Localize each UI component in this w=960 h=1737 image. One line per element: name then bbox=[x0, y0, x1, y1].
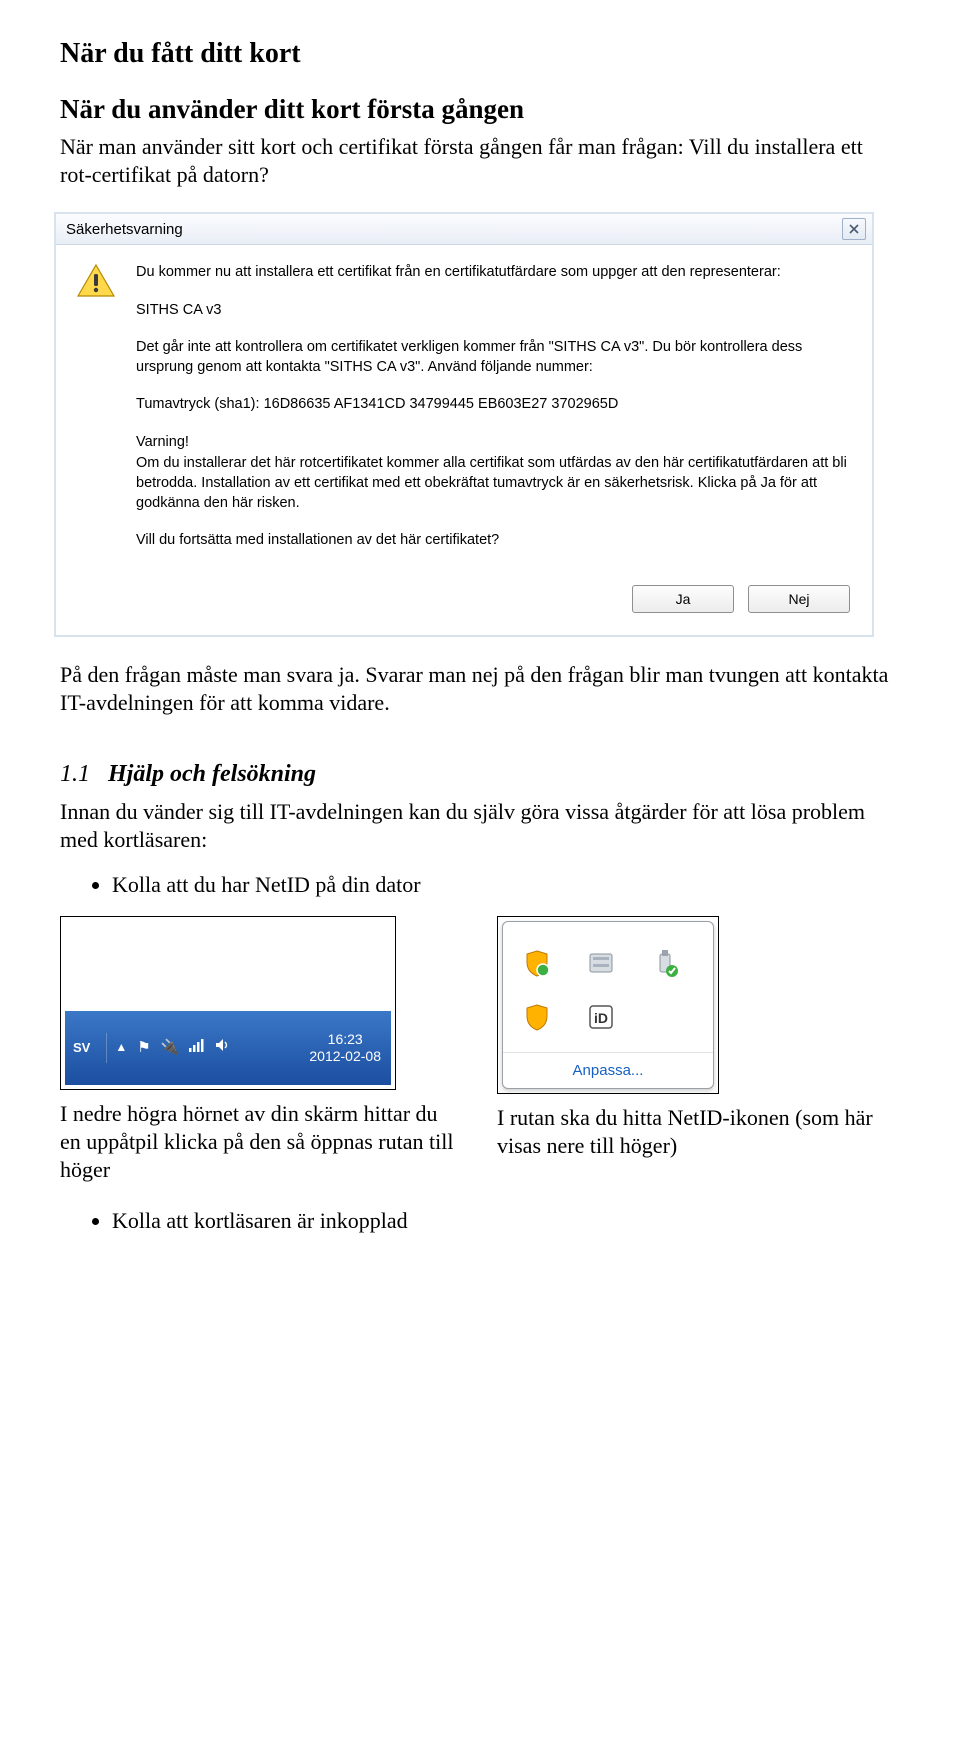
up-arrow-icon[interactable]: ▲ bbox=[115, 1040, 127, 1055]
taskbar-screenshot: SV ▲ ⚑ 🔌 16:23 bbox=[60, 916, 396, 1090]
section-heading: När du använder ditt kort första gången bbox=[60, 94, 900, 125]
power-icon: 🔌 bbox=[161, 1038, 180, 1057]
subsection-number: 1.1 bbox=[60, 761, 90, 787]
security-warning-dialog: Säkerhetsvarning Du kommer nu att instal… bbox=[54, 212, 874, 637]
svg-text:iD: iD bbox=[594, 1010, 608, 1026]
flag-icon: ⚑ bbox=[137, 1038, 150, 1057]
tray-popup-screenshot: iD Anpassa... bbox=[497, 916, 719, 1094]
close-button[interactable] bbox=[842, 218, 866, 240]
left-caption: I nedre högra hörnet av din skärm hittar… bbox=[60, 1100, 463, 1184]
no-button[interactable]: Nej bbox=[748, 585, 850, 613]
speaker-icon bbox=[215, 1038, 229, 1057]
dialog-text: Det går inte att kontrollera om certifik… bbox=[136, 338, 852, 377]
subsection-heading: 1.1Hjälp och felsökning bbox=[60, 759, 900, 790]
dialog-titlebar: Säkerhetsvarning bbox=[56, 214, 872, 245]
netid-icon: iD bbox=[586, 1002, 630, 1038]
usb-icon bbox=[650, 948, 694, 984]
yes-button[interactable]: Ja bbox=[632, 585, 734, 613]
shield-icon bbox=[522, 948, 566, 984]
help-intro: Innan du vänder sig till IT-avdelningen … bbox=[60, 798, 900, 854]
bullet-item: Kolla att kortläsaren är inkopplad bbox=[112, 1208, 900, 1234]
dialog-warning-label: Varning! bbox=[136, 433, 852, 453]
close-icon bbox=[849, 224, 859, 234]
warning-icon bbox=[76, 263, 116, 299]
customize-link[interactable]: Anpassa... bbox=[503, 1052, 713, 1088]
page-title: När du fått ditt kort bbox=[60, 38, 900, 70]
shield2-icon bbox=[522, 1002, 566, 1038]
dialog-question: Vill du fortsätta med installationen av … bbox=[136, 531, 852, 551]
dialog-title-text: Säkerhetsvarning bbox=[66, 221, 183, 238]
dialog-issuer: SITHS CA v3 bbox=[136, 301, 852, 321]
taskbar-language: SV bbox=[73, 1040, 90, 1055]
wifi-icon bbox=[189, 1038, 205, 1057]
dialog-thumbprint: Tumavtryck (sha1): 16D86635 AF1341CD 347… bbox=[136, 395, 852, 415]
taskbar-date: 2012-02-08 bbox=[309, 1048, 381, 1065]
taskbar-time: 16:23 bbox=[309, 1031, 381, 1048]
dialog-text: Du kommer nu att installera ett certifik… bbox=[136, 263, 852, 283]
bullet-item: Kolla att du har NetID på din dator bbox=[112, 872, 900, 898]
disk-icon bbox=[586, 948, 630, 984]
right-caption: I rutan ska du hitta NetID-ikonen (som h… bbox=[497, 1104, 900, 1160]
intro-text: När man använder sitt kort och certifika… bbox=[60, 133, 900, 188]
dialog-warning-text: Om du installerar det här rotcertifikate… bbox=[136, 454, 852, 513]
after-dialog-text: På den frågan måste man svara ja. Svarar… bbox=[60, 661, 900, 717]
